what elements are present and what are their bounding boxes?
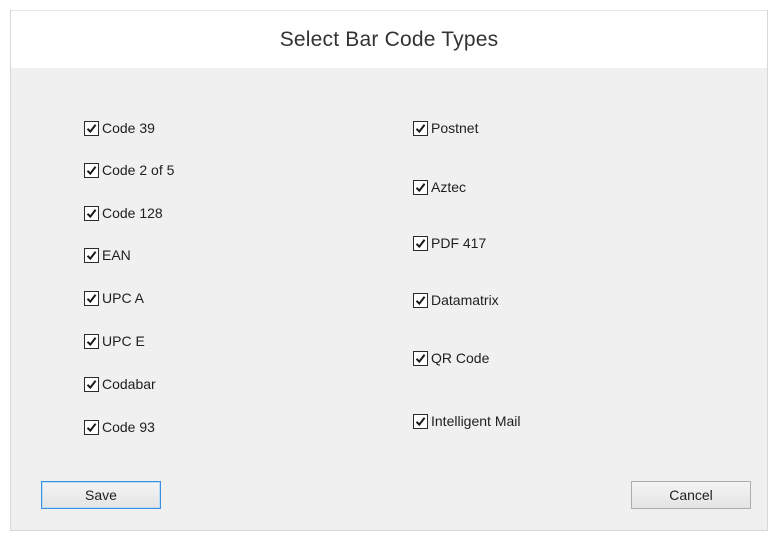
checkmark-icon[interactable] [84, 205, 99, 221]
checkbox-label: Aztec [431, 179, 467, 195]
checkbox-code-2-of-5[interactable]: Code 2 of 5 [84, 160, 174, 180]
checkbox-label: Code 39 [102, 120, 155, 136]
checkmark-icon[interactable] [413, 120, 428, 136]
select-bar-code-types-dialog: Select Bar Code Types Code 39 Code 2 of … [10, 10, 768, 531]
checkbox-intelligent-mail[interactable]: Intelligent Mail [413, 411, 521, 431]
checkbox-datamatrix[interactable]: Datamatrix [413, 290, 499, 310]
checkbox-label: Intelligent Mail [431, 413, 521, 429]
checkmark-icon[interactable] [84, 333, 99, 349]
checkbox-upc-a[interactable]: UPC A [84, 288, 144, 308]
dialog-title: Select Bar Code Types [279, 27, 499, 51]
save-button[interactable]: Save [41, 481, 161, 509]
checkbox-label: QR Code [431, 350, 490, 366]
checkbox-label: Postnet [431, 120, 479, 136]
checkmark-icon[interactable] [84, 419, 99, 435]
checkmark-icon[interactable] [84, 376, 99, 392]
checkmark-icon[interactable] [413, 179, 428, 195]
checkbox-aztec[interactable]: Aztec [413, 177, 466, 197]
checkbox-label: Code 93 [102, 419, 155, 435]
checkbox-code-93[interactable]: Code 93 [84, 417, 155, 437]
checkbox-postnet[interactable]: Postnet [413, 118, 478, 138]
checkmark-icon[interactable] [84, 290, 99, 306]
checkmark-icon[interactable] [413, 235, 428, 251]
checkmark-icon[interactable] [413, 292, 428, 308]
checkmark-icon[interactable] [84, 247, 99, 263]
checkbox-label: UPC A [102, 290, 145, 306]
checkbox-code-128[interactable]: Code 128 [84, 203, 163, 223]
checkbox-upc-e[interactable]: UPC E [84, 331, 145, 351]
checkmark-icon[interactable] [84, 120, 99, 136]
checkbox-label: Datamatrix [431, 292, 499, 308]
dialog-title-bar: Select Bar Code Types [11, 10, 767, 68]
checkmark-icon[interactable] [413, 350, 428, 366]
checkbox-label: UPC E [102, 333, 145, 349]
checkbox-label: EAN [102, 247, 131, 263]
checkbox-pdf-417[interactable]: PDF 417 [413, 233, 486, 253]
checkbox-label: Code 128 [102, 205, 163, 221]
checkbox-label: Codabar [102, 376, 156, 392]
checkbox-code-39[interactable]: Code 39 [84, 118, 155, 138]
checkbox-label: Code 2 of 5 [102, 162, 175, 178]
checkmark-icon[interactable] [413, 413, 428, 429]
checkbox-codabar[interactable]: Codabar [84, 374, 156, 394]
checkbox-ean[interactable]: EAN [84, 245, 131, 265]
cancel-button[interactable]: Cancel [631, 481, 751, 509]
checkbox-label: PDF 417 [431, 235, 487, 251]
checkmark-icon[interactable] [84, 162, 99, 178]
checkbox-qr-code[interactable]: QR Code [413, 348, 489, 368]
